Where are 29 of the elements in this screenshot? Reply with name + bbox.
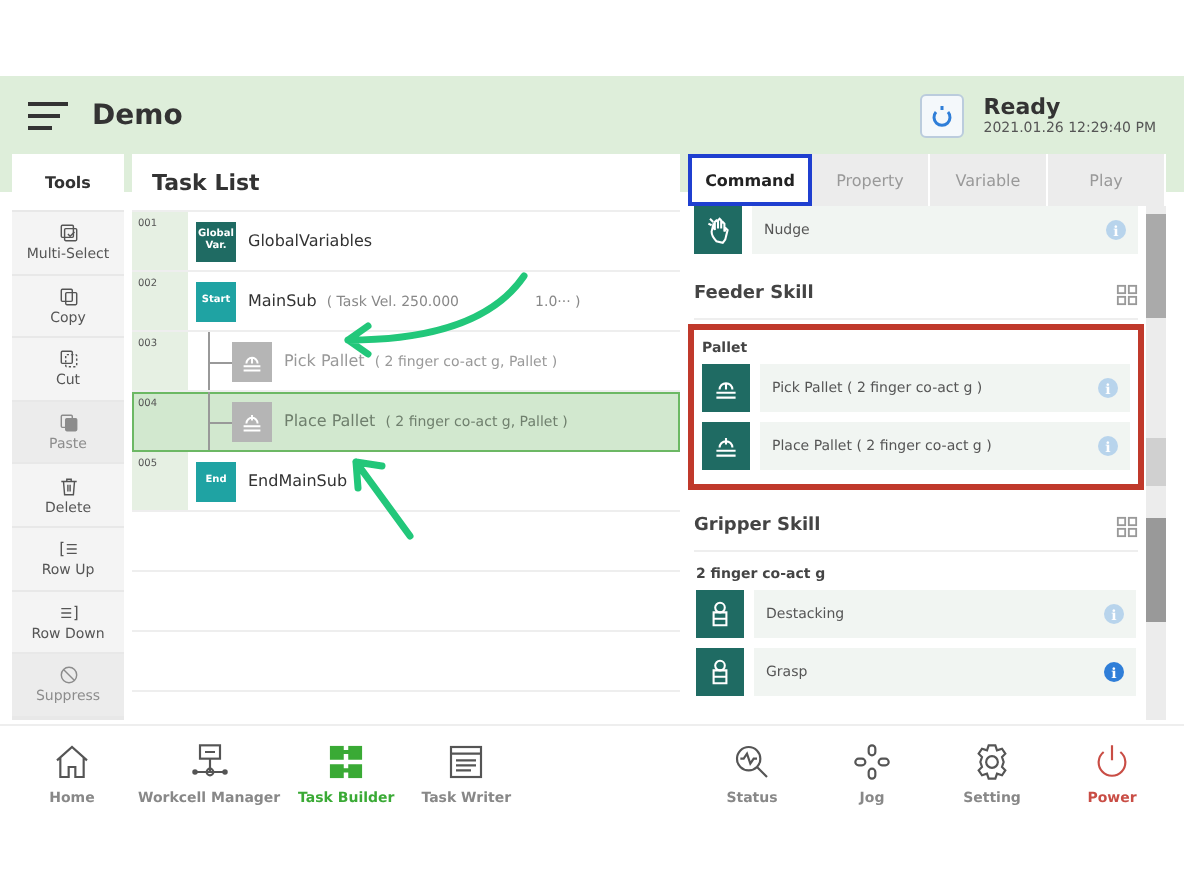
task-title: Place Pallet (284, 412, 376, 430)
grid-icon[interactable] (1116, 283, 1138, 305)
task-title: EndMainSub (248, 472, 348, 490)
panel-tab[interactable]: Variable (930, 154, 1048, 206)
status-button[interactable] (919, 93, 964, 137)
home-icon (52, 742, 92, 782)
section-title: Gripper Skill (694, 516, 823, 536)
task-title: Pick Pallet (284, 352, 365, 370)
task-title: GlobalVariables (248, 232, 373, 250)
power-icon (1092, 742, 1132, 782)
suppress-icon (57, 664, 79, 687)
scrollbar[interactable] (1146, 206, 1166, 720)
delete-icon (57, 475, 79, 498)
section-title: Feeder Skill (694, 284, 816, 304)
copy-icon (57, 285, 79, 308)
panel-tab[interactable]: Play (1048, 154, 1166, 206)
cut-icon (57, 348, 79, 371)
panel-tab[interactable]: Command (688, 154, 812, 206)
task-list-title: Task List (132, 154, 680, 212)
tools-title: Tools (12, 154, 124, 210)
refresh-icon (929, 103, 954, 127)
task-title: MainSub (248, 292, 317, 310)
app-title: Demo (92, 99, 183, 131)
robot-status: Ready (983, 94, 1063, 120)
setting-icon (972, 742, 1012, 782)
menu-button[interactable] (28, 101, 68, 129)
grid-icon[interactable] (1116, 515, 1138, 537)
panel-tab[interactable]: Property (812, 154, 930, 206)
paste-icon (57, 412, 79, 435)
